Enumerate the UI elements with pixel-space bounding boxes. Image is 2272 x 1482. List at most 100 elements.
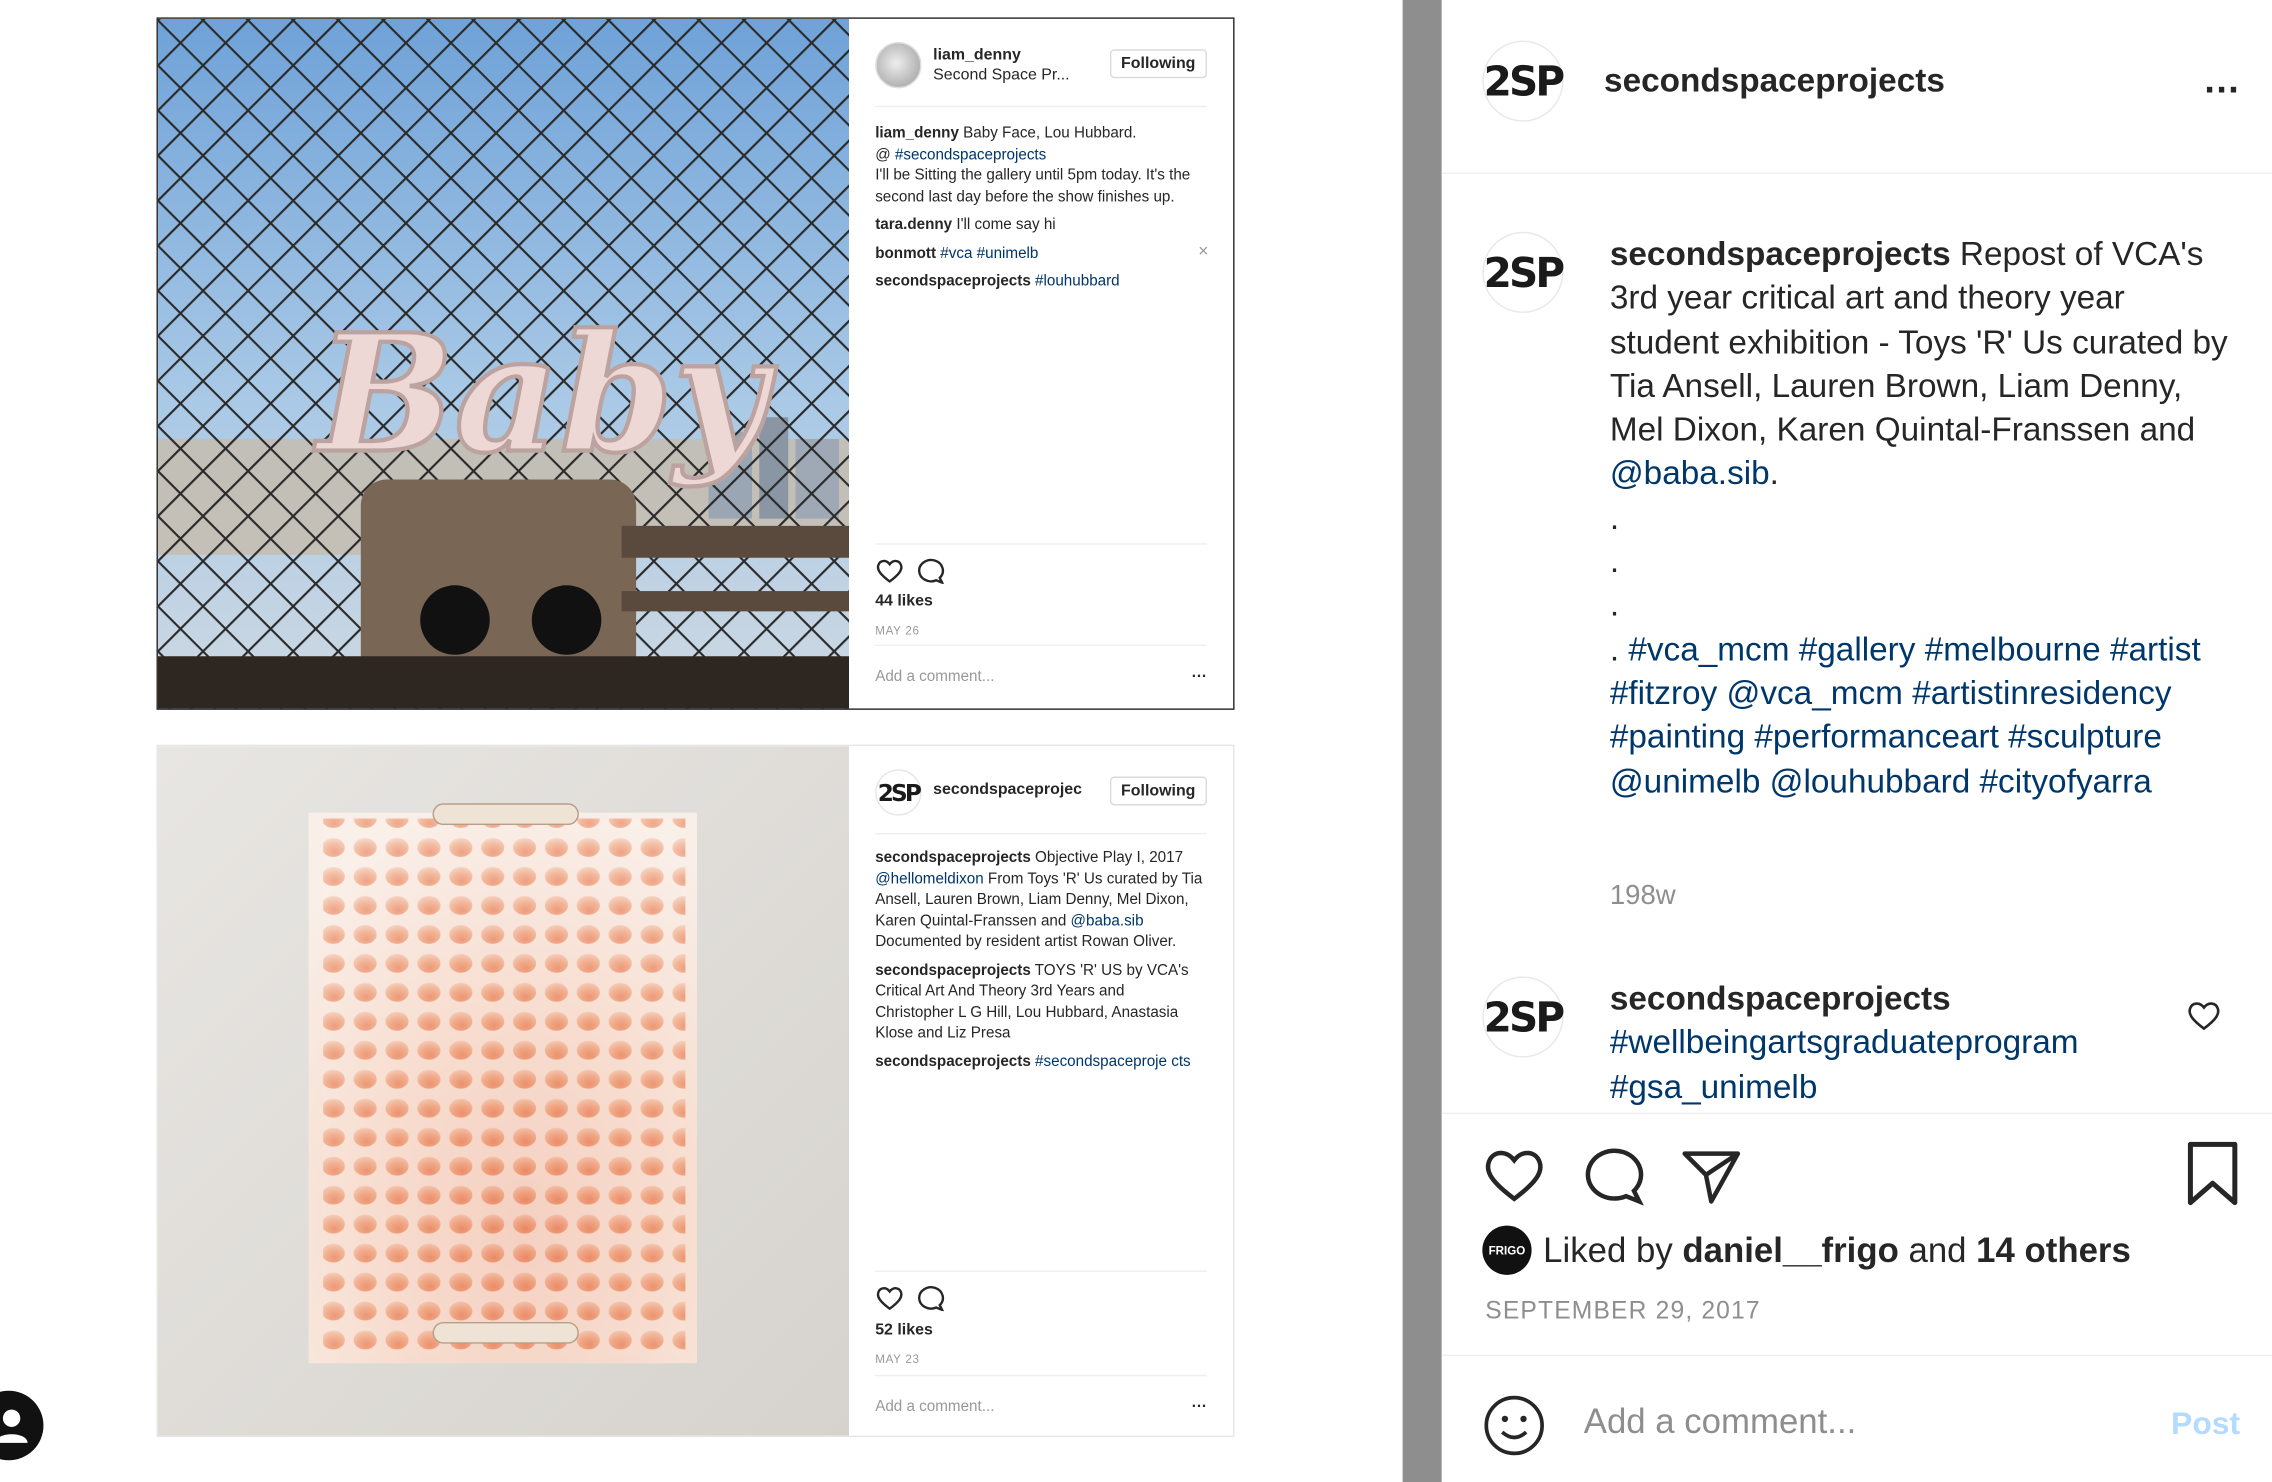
caption-dot: .	[1609, 585, 1620, 624]
hashtag-link[interactable]: #louhubbard	[1035, 272, 1120, 289]
divider	[875, 1374, 1208, 1377]
avatar[interactable]: 2SP	[1482, 976, 1565, 1058]
post-age[interactable]: 198w	[1610, 881, 1676, 913]
more-options-icon[interactable]: ...	[2204, 58, 2240, 103]
post-2-sidebar: 2SP secondspaceprojec Following secondsp…	[849, 746, 1233, 1436]
comment-text: Objective Play I, 2017	[1035, 848, 1184, 867]
heart-icon[interactable]	[1482, 1144, 1546, 1205]
hashtag-link[interactable]: #secondspaceproje cts	[1035, 1052, 1191, 1069]
liked-user-link[interactable]: daniel__frigo	[1682, 1231, 1898, 1270]
comment-user[interactable]: liam_denny	[875, 125, 959, 142]
divider	[1441, 1354, 2272, 1356]
close-icon[interactable]: ×	[1198, 240, 1208, 261]
post-1-username[interactable]: liam_denny	[933, 46, 1021, 63]
liked-by-avatar[interactable]: FRIGO	[1482, 1225, 1532, 1275]
post-1-comments: liam_denny Baby Face, Lou Hubbard. @ #sec…	[875, 123, 1208, 299]
hashtag-links[interactable]: #wellbeingartsgraduateprogram #gsa_unime…	[1610, 1023, 2079, 1105]
comment-placeholder[interactable]: Add a comment...	[875, 1398, 994, 1415]
emoji-icon[interactable]	[1482, 1394, 1546, 1458]
post-1-add-comment[interactable]: Add a comment... ···	[875, 668, 1207, 685]
mention-link[interactable]: @hellomeldixon	[875, 870, 983, 887]
mention-link[interactable]: @baba.sib	[1610, 454, 1770, 492]
avatar[interactable]: 2SP	[1482, 40, 1565, 122]
post-1-date: MAY 26	[875, 624, 920, 638]
post-2-actions	[875, 1285, 945, 1312]
comment-item: secondspaceprojects #wellbeingartsgradua…	[1610, 976, 2190, 1108]
post-1-likes[interactable]: 44 likes	[875, 593, 933, 610]
embedded-post-1: Baby liam_denny Second Space Pr... Follo…	[156, 17, 1235, 710]
caption-punctuation: .	[1769, 454, 1779, 492]
comment-user[interactable]: secondspaceprojects	[875, 272, 1031, 289]
post-caption: secondspaceprojects Repost of VCA's 3rd …	[1610, 232, 2233, 803]
comment-user[interactable]: bonmott	[875, 244, 936, 261]
caption-dot: .	[1609, 541, 1620, 580]
comment-username[interactable]: secondspaceprojects	[1610, 979, 1951, 1017]
post-2-add-comment[interactable]: Add a comment... ···	[875, 1398, 1207, 1415]
comment-icon[interactable]	[1581, 1144, 1645, 1206]
post-1-actions	[875, 558, 945, 584]
liked-prefix: Liked by	[1543, 1231, 1673, 1271]
post-button[interactable]: Post	[2171, 1405, 2240, 1443]
divider	[875, 1270, 1208, 1272]
post-1-header: liam_denny Second Space Pr... Following	[875, 39, 1208, 91]
heart-icon[interactable]	[875, 558, 904, 584]
post-date[interactable]: SEPTEMBER 29, 2017	[1485, 1297, 1761, 1326]
divider	[875, 105, 1208, 108]
divider	[875, 833, 1208, 835]
hashtag-links[interactable]: #vca_mcm #gallery #melbourne #artist #fi…	[1610, 630, 2201, 799]
comment-text: Baby Face, Lou Hubbard.	[963, 124, 1137, 142]
add-comment-input[interactable]: Add a comment...	[1584, 1402, 1857, 1443]
avatar[interactable]	[875, 42, 922, 89]
comment-user[interactable]: secondspaceprojects	[875, 849, 1031, 866]
panel-header: 2SP secondspaceprojects ...	[1441, 0, 2272, 174]
hashtag-link[interactable]: #secondspaceprojects	[895, 146, 1046, 163]
comment-user[interactable]: tara.denny	[875, 216, 952, 233]
comment-prefix: @	[875, 145, 895, 163]
post-2-header: 2SP secondspaceprojec Following	[875, 766, 1208, 818]
comment-text: I'll come say hi	[956, 215, 1056, 234]
more-icon[interactable]: ···	[1192, 668, 1207, 685]
post-2-likes[interactable]: 52 likes	[875, 1321, 933, 1338]
post-1-sidebar: liam_denny Second Space Pr... Following …	[849, 19, 1233, 709]
embedded-post-2: 2SP secondspaceprojec Following secondsp…	[156, 744, 1235, 1438]
post-1-photo: Baby	[157, 18, 850, 709]
post-2-date: MAY 23	[875, 1353, 920, 1367]
comment-text: Documented by resident artist Rowan Oliv…	[875, 932, 1177, 951]
hashtag-link[interactable]: #vca #unimelb	[940, 244, 1038, 261]
caption-dot: .	[1609, 498, 1620, 536]
avatar[interactable]: 2SP	[1482, 231, 1565, 313]
post-2-username[interactable]: secondspaceprojec	[933, 781, 1082, 798]
caption-dot: .	[1609, 629, 1629, 668]
objective-play-artwork-photo	[157, 746, 850, 1436]
liked-others-link[interactable]: 14 others	[1976, 1231, 2131, 1270]
mention-link[interactable]: @baba.sib	[1071, 912, 1144, 929]
post-2-comments: secondspaceprojects Objective Play I, 20…	[875, 847, 1205, 1079]
liked-by-text: Liked by daniel__frigo and 14 others	[1543, 1231, 2131, 1272]
scrollbar-divider	[1402, 0, 1442, 1482]
comment-user[interactable]: secondspaceprojects	[875, 1052, 1031, 1069]
heart-icon[interactable]	[875, 1285, 904, 1311]
share-icon[interactable]	[1679, 1144, 1743, 1205]
following-button[interactable]: Following	[1109, 776, 1208, 806]
header-username[interactable]: secondspaceprojects	[1604, 61, 1945, 100]
screenshot-stage: Baby liam_denny Second Space Pr... Follo…	[0, 0, 2272, 1482]
comment-like-icon[interactable]	[2187, 1000, 2222, 1032]
divider	[875, 644, 1208, 647]
divider	[1441, 1112, 2272, 1115]
comment-text: I'll be Sitting the gallery until 5pm to…	[875, 166, 1191, 205]
divider	[875, 543, 1208, 545]
comment-icon[interactable]	[916, 558, 945, 584]
account-avatar-button[interactable]	[0, 1390, 44, 1461]
more-icon[interactable]: ···	[1192, 1398, 1207, 1415]
avatar[interactable]: 2SP	[875, 769, 922, 816]
comment-user[interactable]: secondspaceprojects	[875, 961, 1031, 978]
comment-placeholder[interactable]: Add a comment...	[875, 668, 994, 685]
baby-sculpture-photo: Baby	[157, 18, 850, 709]
caption-username[interactable]: secondspaceprojects	[1610, 235, 1951, 273]
following-button[interactable]: Following	[1109, 49, 1208, 79]
baby-sign-text: Baby	[313, 300, 777, 490]
post-detail-panel: 2SP secondspaceprojects ... 2SP secondsp…	[1441, 0, 2272, 1482]
bookmark-icon[interactable]	[2184, 1141, 2242, 1209]
comment-icon[interactable]	[916, 1285, 945, 1312]
person-icon	[0, 1409, 28, 1443]
